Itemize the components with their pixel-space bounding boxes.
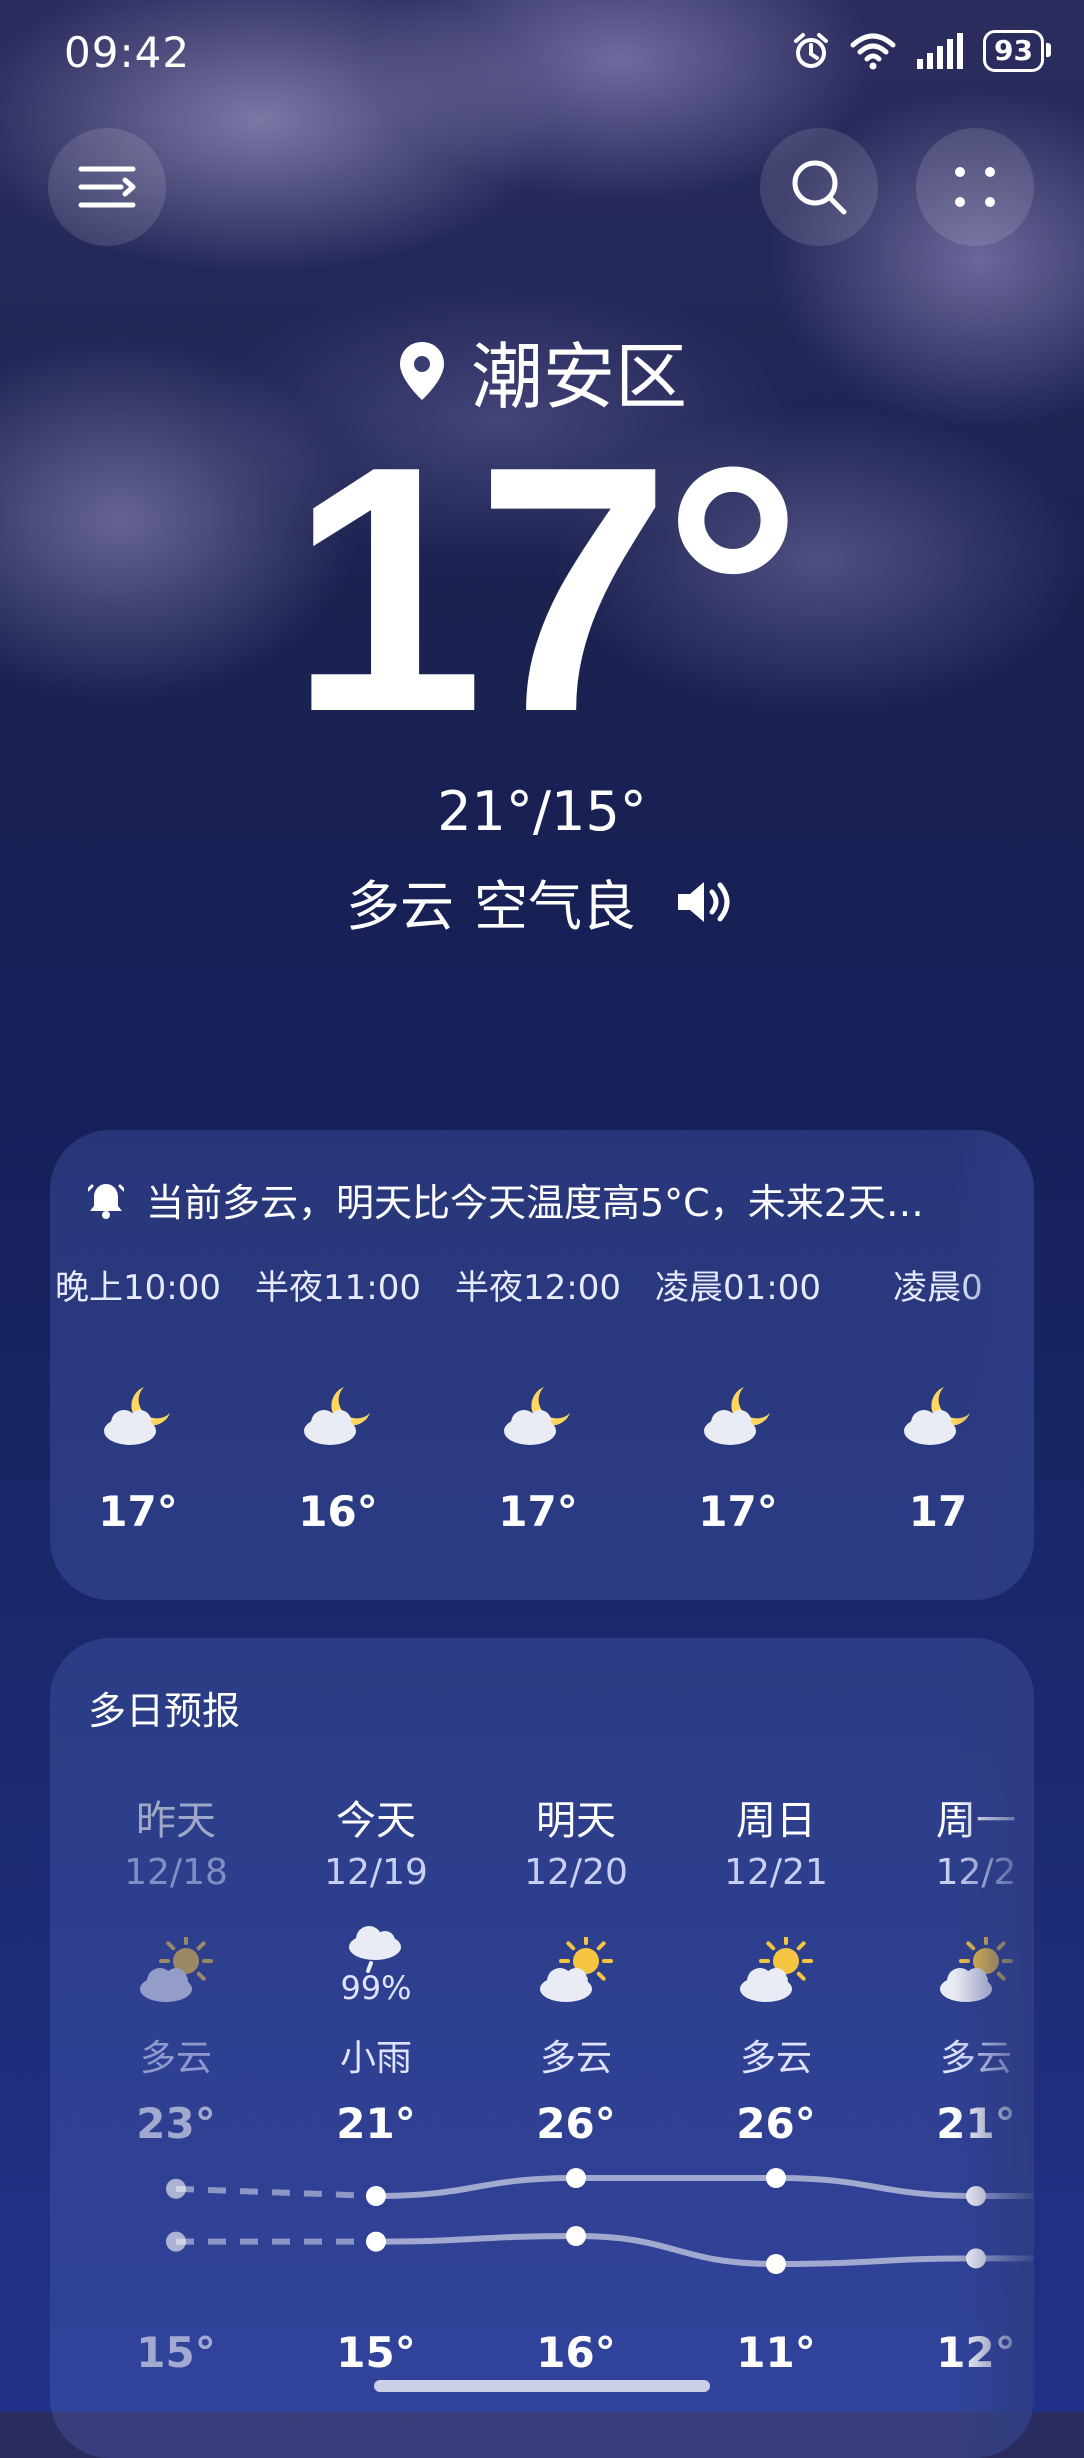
day-date: 12/2 — [935, 1852, 1017, 1893]
day-high-temp: 21° — [336, 2099, 416, 2148]
day-condition: 多云 — [139, 2038, 212, 2079]
hourly-time: 晚上10:00 — [55, 1268, 221, 1308]
status-time: 09:42 — [64, 28, 191, 77]
low-temp-point — [566, 2226, 586, 2246]
bell-icon — [88, 1183, 124, 1219]
current-temperature: 17° — [289, 394, 802, 785]
hourly-time: 凌晨0 — [893, 1268, 983, 1308]
high-temp-past-segment — [175, 2185, 377, 2199]
high-temp-line — [375, 2175, 1034, 2199]
hourly-time: 半夜11:00 — [255, 1268, 421, 1308]
alarm-icon — [794, 33, 829, 68]
hourly-temp: 17° — [98, 1487, 178, 1536]
day-name: 周日 — [736, 1798, 816, 1844]
day-condition: 多云 — [539, 2038, 612, 2079]
condition-text: 多云 — [346, 875, 454, 938]
battery-indicator: 93 — [983, 30, 1051, 72]
moon-cloud-icon — [104, 1387, 170, 1445]
sun-cloud-icon — [740, 1937, 813, 2002]
weather-alert-row[interactable]: 当前多云，明天比今天温度高5°C，未来2天… — [88, 1172, 1008, 1227]
home-indicator[interactable] — [374, 2380, 710, 2392]
day-date: 12/20 — [524, 1852, 628, 1893]
hourly-time: 凌晨01:00 — [655, 1268, 821, 1308]
signal-icon — [917, 33, 964, 69]
location-pin-icon — [399, 341, 444, 400]
hourly-item: 凌晨0 17 — [838, 1260, 1034, 1536]
day-name: 周一 — [936, 1798, 1016, 1844]
high-temp-point — [166, 2178, 186, 2199]
search-icon — [792, 160, 847, 215]
day-low-temp: 15° — [136, 2328, 216, 2377]
temperature-curves — [166, 2168, 1034, 2274]
day-high-temp: 23° — [136, 2099, 216, 2148]
high-temp-point — [566, 2168, 586, 2188]
moon-cloud-icon — [904, 1387, 970, 1445]
wifi-icon — [850, 33, 896, 70]
high-temp-point — [766, 2168, 786, 2188]
day-high-temp: 21° — [936, 2099, 1016, 2148]
daily-forecast-card[interactable]: 多日预报 昨天 12/18 多云 23° 15° 今天 12/19 99% 小雨 … — [50, 1638, 1034, 2458]
high-low-temperature: 21°/15° — [437, 780, 647, 843]
low-temp-point — [766, 2254, 786, 2274]
day-name: 明天 — [536, 1798, 616, 1844]
daily-item[interactable]: 周日 12/21 多云 26° — [676, 1788, 876, 2148]
day-low-temp: 15° — [336, 2328, 416, 2377]
day-date: 12/18 — [124, 1852, 228, 1893]
high-temp-point — [966, 2186, 986, 2206]
hourly-temp: 17° — [498, 1487, 578, 1536]
sun-cloud-icon — [540, 1937, 613, 2002]
moon-cloud-icon — [704, 1387, 770, 1445]
day-condition: 多云 — [739, 2038, 812, 2079]
condition-line: 多云 空气良 — [0, 862, 1084, 941]
daily-item[interactable]: 昨天 12/18 多云 23° — [76, 1788, 276, 2148]
speaker-icon[interactable] — [674, 876, 738, 928]
moon-cloud-icon — [504, 1387, 570, 1445]
hourly-temp: 16° — [298, 1487, 378, 1536]
hourly-item: 半夜11:00 16° — [238, 1260, 438, 1536]
day-date: 12/19 — [324, 1852, 428, 1893]
daily-item[interactable]: 今天 12/19 99% 小雨 21° — [276, 1788, 476, 2148]
day-condition: 多云 — [939, 2038, 1012, 2079]
low-temp-line — [375, 2232, 1034, 2268]
day-name: 昨天 — [136, 1798, 216, 1844]
hourly-forecast-card[interactable]: 当前多云，明天比今天温度高5°C，未来2天… 晚上10:00 17° 半夜11:… — [50, 1130, 1034, 1600]
daily-forecast-title: 多日预报 — [88, 1689, 241, 1733]
day-condition: 小雨 — [339, 2038, 412, 2079]
day-low-temp: 16° — [536, 2328, 616, 2377]
daily-item[interactable]: 明天 12/20 多云 26° — [476, 1788, 676, 2148]
sun-cloud-icon — [140, 1937, 213, 2002]
day-high-temp: 26° — [736, 2099, 816, 2148]
sun-cloud-icon — [940, 1937, 1013, 2002]
low-temp-point — [166, 2231, 186, 2252]
day-date: 12/21 — [724, 1852, 828, 1893]
rain-cloud-icon — [349, 1926, 401, 1973]
low-temp-point — [966, 2248, 986, 2269]
moon-cloud-icon — [304, 1387, 370, 1445]
daily-item[interactable]: 周一 12/2 多云 21° — [876, 1788, 1034, 2148]
precipitation-chance: 99% — [340, 1969, 412, 2007]
hourly-item: 凌晨01:00 17° — [638, 1260, 838, 1536]
day-low-temp: 11° — [736, 2328, 816, 2377]
day-name: 今天 — [336, 1798, 416, 1844]
more-button[interactable] — [916, 128, 1034, 246]
search-button[interactable] — [760, 128, 878, 246]
high-temp-point — [366, 2186, 386, 2206]
hourly-temp: 17° — [698, 1487, 778, 1536]
air-quality-text[interactable]: 空气良 — [474, 862, 636, 941]
menu-button[interactable] — [48, 128, 166, 246]
weather-alert-text: 当前多云，明天比今天温度高5°C，未来2天… — [146, 1181, 924, 1225]
menu-icon — [78, 166, 136, 208]
hourly-item: 半夜12:00 17° — [438, 1260, 638, 1536]
day-high-temp: 26° — [536, 2099, 616, 2148]
hourly-time: 半夜12:00 — [455, 1268, 621, 1308]
hourly-temp: 17 — [908, 1487, 968, 1536]
more-dots-icon — [955, 167, 995, 207]
low-temp-point — [366, 2231, 386, 2252]
hourly-item: 晚上10:00 17° — [50, 1260, 238, 1536]
status-icons: 93 — [791, 30, 1051, 72]
day-low-temp: 12° — [936, 2328, 1016, 2377]
